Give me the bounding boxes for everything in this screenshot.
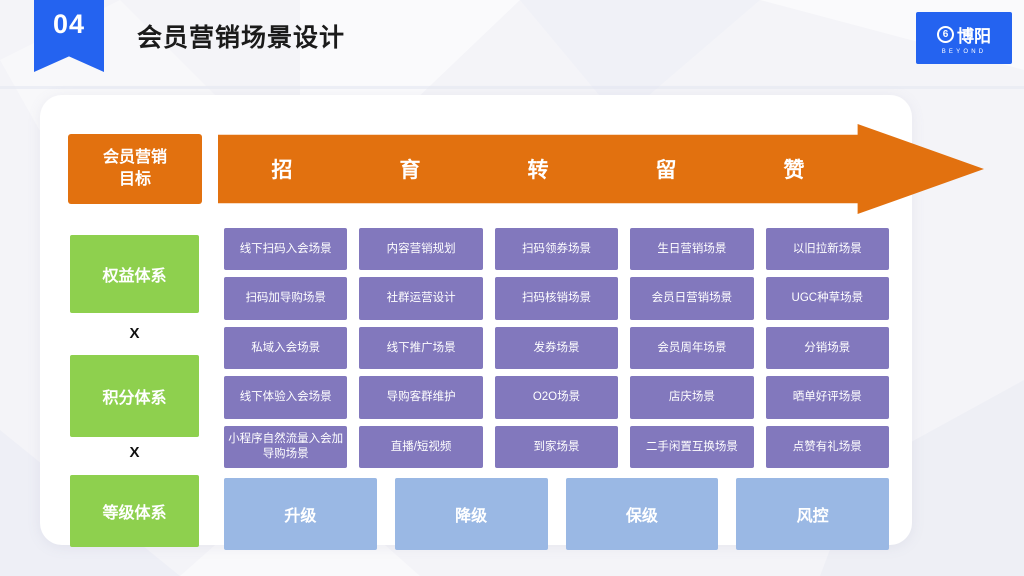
- tier-action-upgrade: 升级: [224, 478, 377, 550]
- system-box-tier: 等级体系: [70, 475, 199, 547]
- scenario-cell: 到家场景: [494, 425, 619, 468]
- scenario-grid: 线下扫码入会场景 内容营销规划 扫码领券场景 生日营销场景 以旧拉新场景 扫码加…: [224, 228, 889, 468]
- page-header: 04 会员营销场景设计 6 博阳 BEYOND: [0, 0, 1024, 88]
- stage-arrow: 招 育 转 留 赞: [218, 124, 984, 214]
- logo-name-cn: 博阳: [957, 26, 991, 46]
- goal-label-line1: 会员营销: [102, 149, 167, 167]
- stage-item: 育: [399, 159, 421, 182]
- scenario-cell: 线下推广场景: [359, 326, 483, 370]
- scenario-cell: 内容营销规划: [359, 228, 483, 271]
- section-number-ribbon: 04: [34, 0, 104, 72]
- scenario-cell: 社群运营设计: [359, 277, 483, 320]
- scenario-cell: 直播/短视频: [359, 425, 483, 468]
- scenario-cell: 导购客群维护: [359, 376, 483, 419]
- page-title: 会员营销场景设计: [137, 24, 346, 52]
- logo-name-en: BEYOND: [941, 48, 987, 55]
- scenario-cell: 扫码领券场景: [494, 228, 619, 271]
- tier-action-riskcontrol: 风控: [736, 478, 889, 550]
- stage-list: 招 育 转 留 赞: [218, 124, 858, 214]
- scenario-cell: 晒单好评场景: [765, 376, 889, 419]
- scenario-cell: 会员日营销场景: [630, 277, 754, 320]
- scenario-cell: 小程序自然流量入会加导购场景: [224, 425, 348, 468]
- brand-logo: 6 博阳 BEYOND: [916, 12, 1012, 64]
- system-box-rights: 权益体系: [70, 235, 199, 313]
- system-box-points: 积分体系: [70, 355, 199, 437]
- scenario-cell: 线下扫码入会场景: [224, 228, 348, 271]
- scenario-cell: 生日营销场景: [630, 228, 754, 271]
- stage-item: 招: [271, 159, 293, 182]
- scenario-cell: 扫码加导购场景: [224, 277, 348, 320]
- tier-action-downgrade: 降级: [394, 478, 548, 550]
- scenario-cell: O2O场景: [494, 376, 619, 419]
- goal-label-line2: 目标: [118, 171, 151, 188]
- logo-circle-icon: 6: [937, 25, 954, 43]
- stage-item: 赞: [783, 159, 805, 182]
- scenario-cell: 扫码核销场景: [494, 277, 619, 320]
- tier-action-maintain: 保级: [565, 478, 719, 550]
- scenario-cell: 以旧拉新场景: [765, 228, 889, 271]
- scenario-cell: 分销场景: [765, 326, 889, 370]
- stage-item: 留: [655, 159, 677, 182]
- scenario-cell: 二手闲置互换场景: [630, 425, 754, 468]
- goal-box: 会员营销 目标: [68, 134, 202, 204]
- scenario-cell: 点赞有礼场景: [765, 425, 889, 468]
- scenario-cell: 发券场景: [494, 326, 619, 370]
- scenario-cell: 店庆场景: [630, 376, 754, 419]
- operator-multiply: X: [129, 444, 140, 461]
- stage-item: 转: [527, 159, 549, 182]
- section-number: 04: [52, 9, 86, 39]
- tier-action-row: 升级 降级 保级 风控: [224, 478, 889, 550]
- scenario-cell: UGC种草场景: [765, 277, 889, 320]
- logo-main: 6 博阳: [937, 22, 991, 47]
- operator-multiply: X: [129, 325, 140, 342]
- scenario-cell: 线下体验入会场景: [224, 376, 348, 419]
- scenario-cell: 会员周年场景: [630, 326, 754, 370]
- scenario-cell: 私域入会场景: [224, 326, 348, 370]
